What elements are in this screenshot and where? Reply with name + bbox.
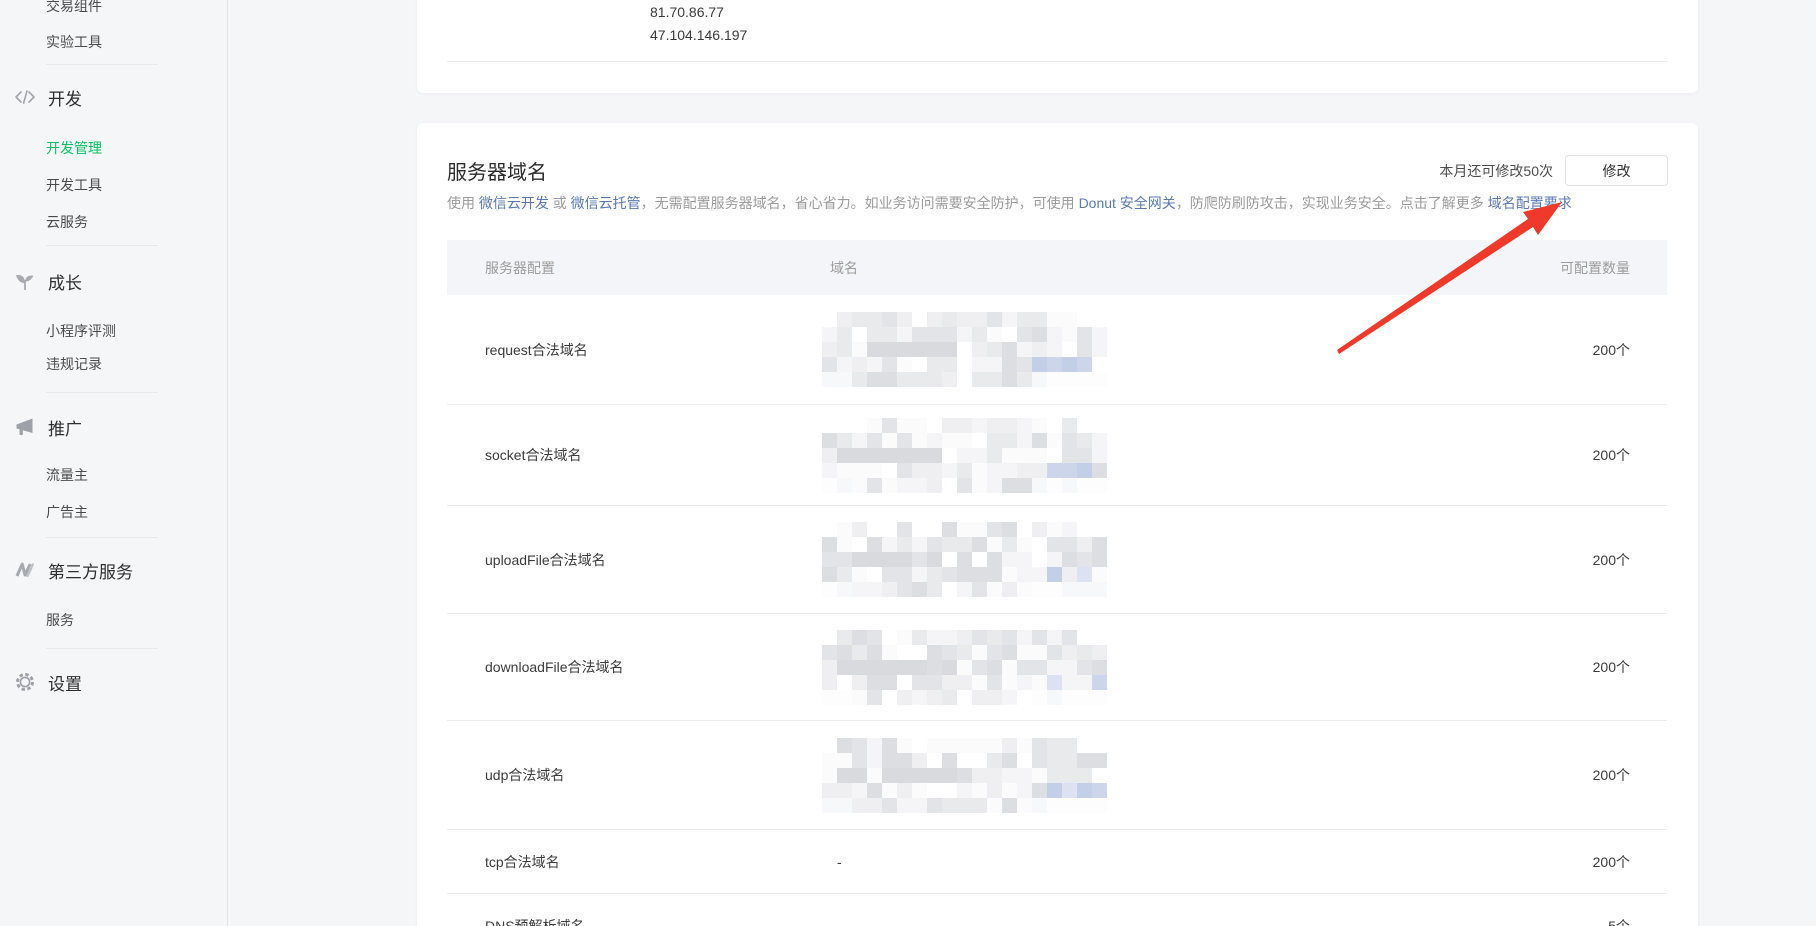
sidebar-item-cloud-services[interactable]: 云服务	[0, 204, 227, 240]
page-title: 服务器域名	[447, 156, 547, 185]
redacted-domains	[822, 738, 1107, 813]
sidebar-item-miniprogram-evaluation[interactable]: 小程序评测	[0, 313, 227, 349]
table-row-socket: socket合法域名 200个	[447, 405, 1667, 506]
cloud-dev-link[interactable]: 微信云开发	[479, 195, 549, 211]
row-quota: 200个	[1467, 550, 1667, 570]
modify-button[interactable]: 修改	[1565, 155, 1668, 186]
col-header-server-config: 服务器配置	[447, 258, 830, 278]
sidebar-section-growth[interactable]: 成长	[0, 259, 227, 303]
sidebar-divider	[46, 64, 158, 65]
redacted-domains	[822, 312, 1107, 387]
donut-gateway-link[interactable]: Donut 安全网关	[1079, 195, 1176, 211]
row-label: udp合法域名	[447, 765, 830, 785]
sidebar-item-services[interactable]: 服务	[0, 602, 227, 638]
table-row-request: request合法域名 200个	[447, 295, 1667, 405]
sidebar-item-dev-management[interactable]: 开发管理	[0, 130, 227, 166]
col-header-quota: 可配置数量	[1467, 258, 1667, 278]
table-row-dns: DNS预解析域名 5个	[447, 894, 1667, 926]
row-label: DNS预解析域名	[447, 916, 830, 926]
ip-address: 47.104.146.197	[650, 24, 747, 47]
sidebar-divider	[46, 537, 158, 538]
row-quota: 5个	[1467, 916, 1667, 926]
row-label: request合法域名	[447, 340, 830, 360]
monthly-quota-note: 本月还可修改50次	[1439, 161, 1553, 181]
sidebar: 交易组件 实验工具 开发 开发管理 开发工具 云服务 成长 小程序评测 违规记录	[0, 0, 228, 926]
table-row-downloadfile: downloadFile合法域名 200个	[447, 614, 1667, 721]
table-row-udp: udp合法域名 200个	[447, 721, 1667, 830]
row-quota: 200个	[1467, 765, 1667, 785]
sidebar-item-violation-records[interactable]: 违规记录	[0, 346, 227, 382]
redacted-domains	[822, 522, 1107, 597]
sidebar-section-settings[interactable]: 设置	[0, 660, 227, 704]
row-quota: 200个	[1467, 852, 1667, 872]
card-description: 使用 微信云开发 或 微信云托管，无需配置服务器域名，省心省力。如业务访问需要安…	[447, 193, 1572, 213]
sidebar-section-promotion[interactable]: 推广	[0, 405, 227, 449]
table-row-tcp: tcp合法域名 - 200个	[447, 830, 1667, 894]
code-icon	[14, 86, 36, 108]
ip-list: 81.70.86.77 47.104.146.197	[650, 1, 747, 47]
sidebar-item-dev-tools[interactable]: 开发工具	[0, 167, 227, 203]
sidebar-item-experiment-tools[interactable]: 实验工具	[0, 24, 227, 60]
domain-table: 服务器配置 域名 可配置数量 request合法域名 200个 socket合法…	[447, 240, 1667, 926]
row-label: tcp合法域名	[447, 852, 830, 872]
server-domain-card: 服务器域名 本月还可修改50次 修改 使用 微信云开发 或 微信云托管，无需配置…	[417, 123, 1698, 926]
row-label: socket合法域名	[447, 445, 830, 465]
col-header-domain: 域名	[830, 258, 1467, 278]
sidebar-divider	[46, 648, 158, 649]
sprout-icon	[14, 270, 36, 292]
ip-whitelist-card: 81.70.86.77 47.104.146.197	[417, 0, 1698, 93]
sidebar-divider	[46, 245, 158, 246]
sidebar-item-advertiser[interactable]: 广告主	[0, 494, 227, 530]
gear-icon	[14, 671, 36, 693]
row-quota: 200个	[1467, 445, 1667, 465]
redacted-domains	[822, 630, 1107, 705]
row-quota: 200个	[1467, 340, 1667, 360]
divider	[447, 61, 1668, 62]
redacted-domains	[822, 418, 1107, 493]
third-party-icon	[14, 559, 36, 581]
table-row-uploadfile: uploadFile合法域名 200个	[447, 506, 1667, 614]
ip-address: 81.70.86.77	[650, 1, 747, 24]
row-quota: 200个	[1467, 657, 1667, 677]
sidebar-item-traffic-master[interactable]: 流量主	[0, 457, 227, 493]
megaphone-icon	[14, 416, 36, 438]
domain-config-requirements-link[interactable]: 域名配置要求	[1488, 195, 1572, 211]
sidebar-item-transaction-components[interactable]: 交易组件	[0, 0, 227, 24]
row-domain: -	[830, 854, 1467, 870]
cloud-hosting-link[interactable]: 微信云托管	[571, 195, 641, 211]
sidebar-divider	[46, 392, 158, 393]
table-header-row: 服务器配置 域名 可配置数量	[447, 240, 1667, 295]
row-label: uploadFile合法域名	[447, 550, 830, 570]
row-label: downloadFile合法域名	[447, 657, 830, 677]
sidebar-section-third-party[interactable]: 第三方服务	[0, 548, 227, 592]
sidebar-section-development[interactable]: 开发	[0, 75, 227, 119]
